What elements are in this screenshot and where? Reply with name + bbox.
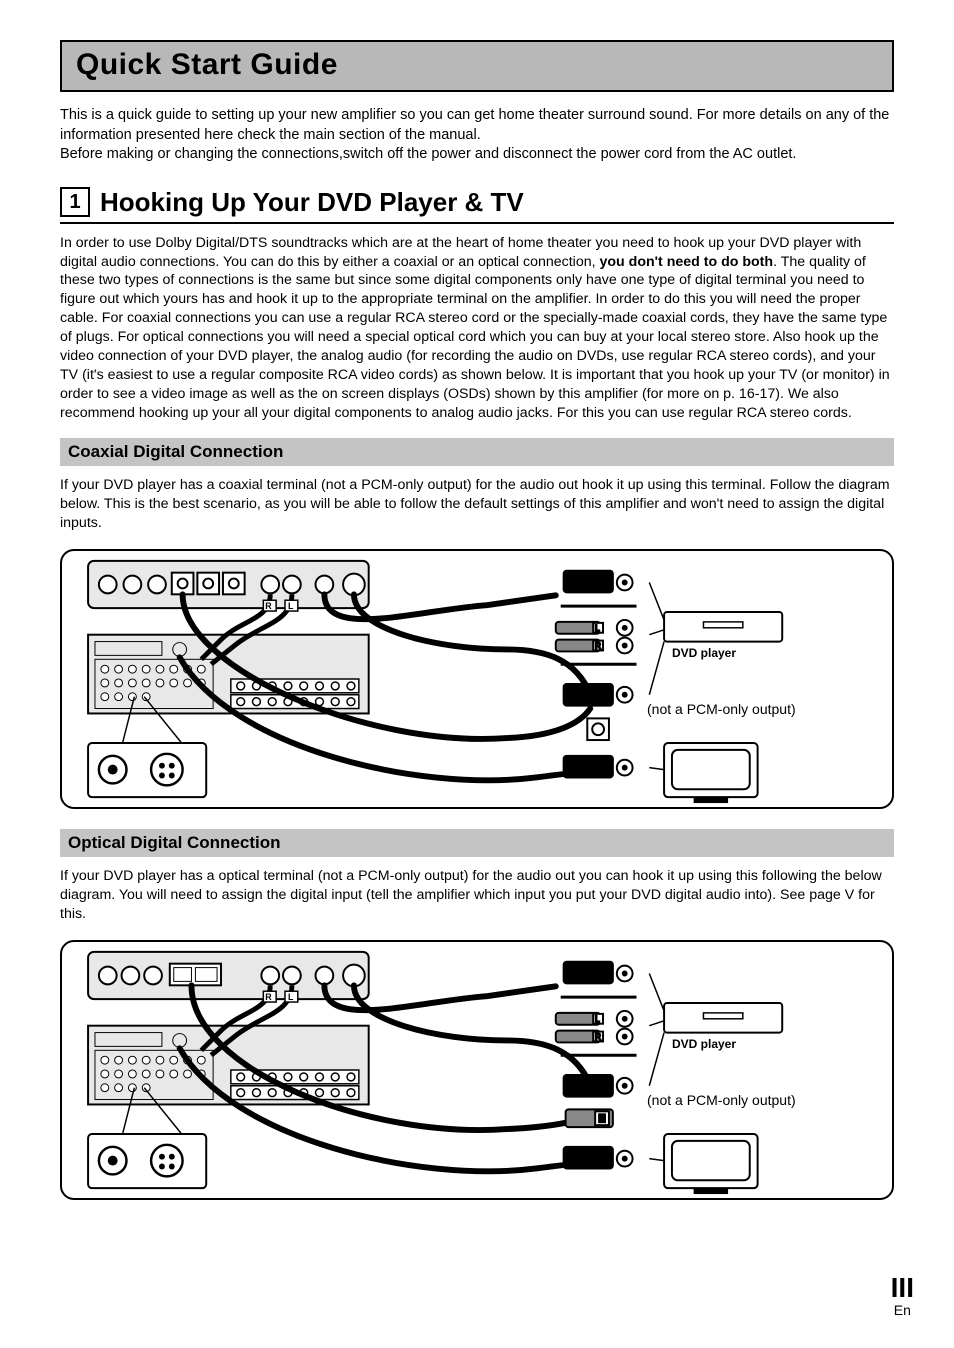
page-lang: En — [891, 1302, 914, 1318]
coaxial-diagram: R L L R DVD play — [60, 549, 894, 809]
intro-text-2: Before making or changing the connection… — [60, 146, 796, 162]
optical-dvd-label: DVD player — [672, 1037, 736, 1051]
coaxial-body: If your DVD player has a coaxial termina… — [60, 476, 894, 533]
section-number-box: 1 — [60, 187, 90, 217]
svg-text:R: R — [595, 1032, 601, 1041]
intro-block: This is a quick guide to setting up your… — [60, 106, 894, 165]
svg-text:L: L — [595, 624, 600, 633]
section-1-body-post: . The quality of these two types of conn… — [60, 254, 890, 421]
section-1-header: 1 Hooking Up Your DVD Player & TV — [60, 187, 894, 224]
svg-text:R: R — [265, 992, 272, 1002]
section-number: 1 — [69, 191, 80, 214]
page-roman: III — [891, 1274, 914, 1302]
section-1-body: In order to use Dolby Digital/DTS soundt… — [60, 234, 894, 423]
optical-diagram-svg: R L L R — [62, 942, 892, 1198]
coaxial-heading: Coaxial Digital Connection — [60, 438, 894, 466]
svg-text:R: R — [265, 601, 272, 611]
section-1-heading: Hooking Up Your DVD Player & TV — [100, 187, 524, 218]
coaxial-dvd-label: DVD player — [672, 646, 736, 660]
optical-heading: Optical Digital Connection — [60, 829, 894, 857]
coaxial-diagram-svg: R L L R — [62, 551, 892, 807]
svg-text:L: L — [595, 1014, 600, 1023]
coaxial-pcm-note: (not a PCM-only output) — [647, 701, 796, 717]
page-number: III En — [891, 1274, 914, 1318]
optical-pcm-note: (not a PCM-only output) — [647, 1092, 796, 1108]
intro-text-1: This is a quick guide to setting up your… — [60, 107, 889, 143]
page-title: Quick Start Guide — [76, 48, 878, 82]
optical-diagram: R L L R DVD player (no — [60, 940, 894, 1200]
svg-text:R: R — [595, 642, 601, 651]
svg-text:L: L — [288, 601, 294, 611]
svg-text:L: L — [288, 992, 294, 1002]
optical-body: If your DVD player has a optical termina… — [60, 867, 894, 924]
page-title-box: Quick Start Guide — [60, 40, 894, 92]
section-1-body-bold: you don't need to do both — [599, 254, 773, 270]
